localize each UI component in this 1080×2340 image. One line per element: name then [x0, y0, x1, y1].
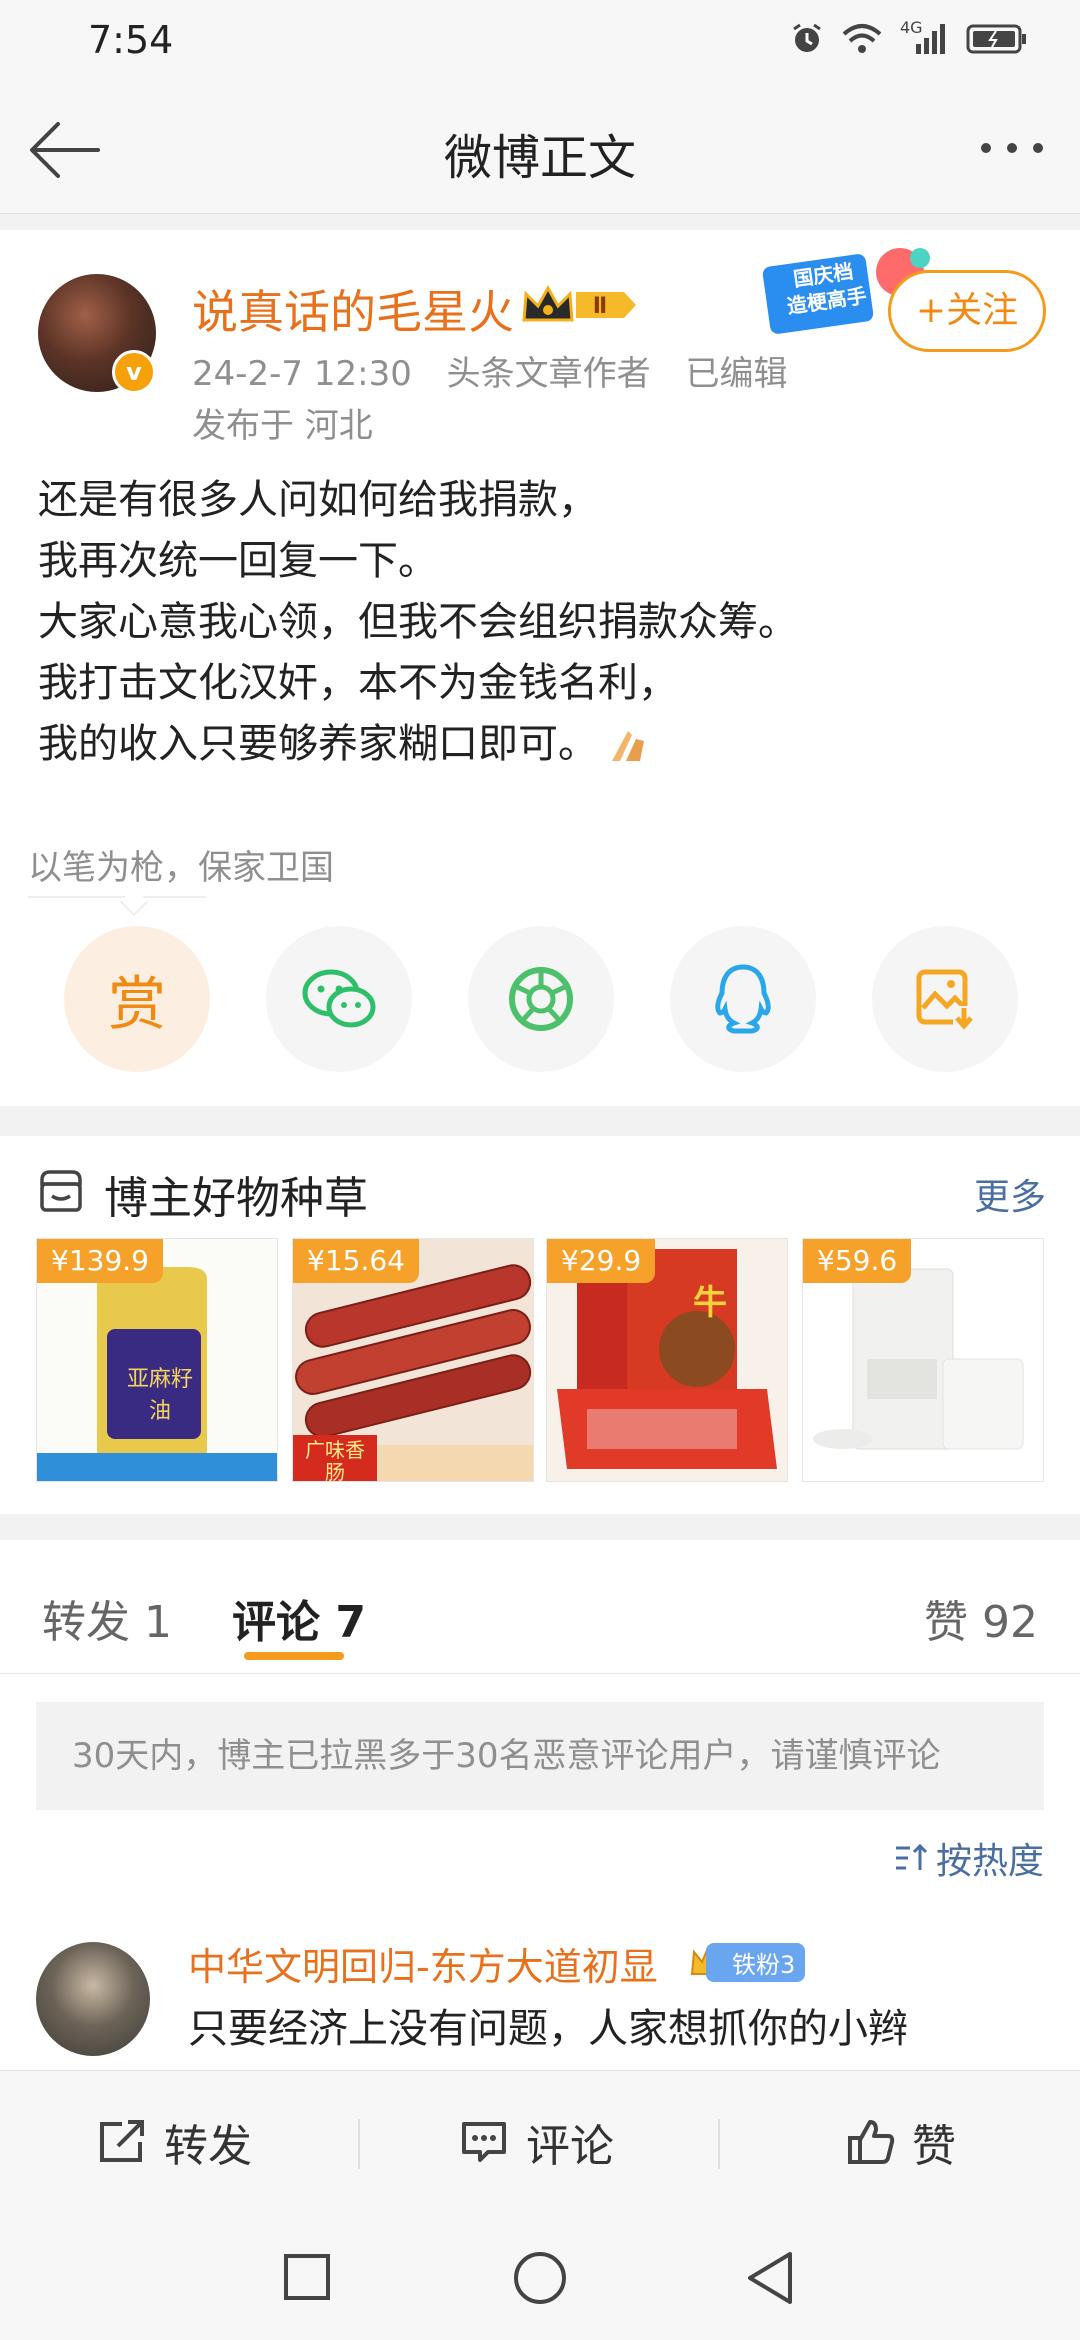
fan-badge-label: 铁粉3 [706, 1942, 806, 1982]
share-wechat-button[interactable] [266, 926, 412, 1072]
follow-button[interactable]: +关注 [888, 270, 1046, 352]
signal-icon: 4G [900, 18, 948, 56]
shop-icon [40, 1170, 82, 1212]
post-line: 我的收入只要够养家糊口即可。 [38, 714, 1038, 775]
verified-badge-icon: v [112, 350, 156, 394]
goods-item-caption: 亚麻籽油 [126, 1367, 193, 1424]
nav-bar: 微博正文 [0, 84, 1080, 214]
comment-text[interactable]: 只要经济上没有问题，人家想抓你的小辫 [188, 1996, 908, 2054]
fan-badge: 铁粉3 [688, 1940, 806, 1984]
bottom-action-bar: 转发 评论 赞 [0, 2070, 1080, 2212]
more-dots-icon[interactable] [976, 130, 1048, 166]
post-location: 发布于 河北 [192, 406, 373, 446]
folded-hands-icon [612, 730, 644, 761]
status-icons: 4G [790, 18, 1028, 56]
post-line: 我再次统一回复一下。 [38, 538, 438, 584]
thumbs-up-icon [848, 2120, 895, 2164]
goods-more-link[interactable]: 更多 [974, 1168, 1046, 1220]
page-title: 微博正文 [443, 130, 636, 186]
system-navigation-bar [0, 2212, 1080, 2340]
post-date: 24-2-7 12:30 [192, 354, 412, 394]
goods-section-title: 博主好物种草 [104, 1173, 368, 1224]
post-body: 还是有很多人问如何给我捐款， 我再次统一回复一下。 大家心意我心领，但我不会组织… [38, 470, 1038, 775]
active-tab-indicator [244, 1652, 344, 1660]
goods-price: ¥29.9 [547, 1239, 656, 1283]
reward-button[interactable]: 赏 [64, 926, 210, 1072]
save-image-icon [916, 969, 975, 1030]
comment-notice: 30天内，博主已拉黑多于30名恶意评论用户，请谨慎评论 [36, 1702, 1044, 1810]
goods-card: 博主好物种草 更多 亚麻籽油 ¥139.9 广味香肠 ¥15.64 牛 ¥29.… [0, 1136, 1080, 1514]
share-qq-button[interactable] [670, 926, 816, 1072]
tab-likes[interactable]: 赞 92 [924, 1586, 1038, 1650]
comment-button[interactable]: 评论 [458, 2071, 614, 2213]
sort-label: 按热度 [935, 1841, 1044, 1882]
level-badge-text: Ⅱ [593, 294, 608, 319]
topic-underline [28, 896, 206, 898]
edited-label: 已编辑 [685, 354, 788, 394]
status-time: 7:54 [88, 18, 174, 62]
interaction-tabs: 转发 1 评论 7 赞 92 [0, 1540, 1080, 1674]
post-line-text: 我的收入只要够养家糊口即可。 [38, 721, 598, 767]
goods-price: ¥15.64 [293, 1239, 419, 1283]
home-icon[interactable] [512, 2250, 568, 2306]
author-title: 头条文章作者 [446, 354, 651, 394]
wechat-icon [302, 969, 376, 1028]
author-name[interactable]: 说真话的毛星火 [192, 276, 514, 342]
qq-icon [715, 964, 771, 1034]
comments-section: 30天内，博主已拉黑多于30名恶意评论用户，请谨慎评论 按热度 中华文明回归-东… [0, 1674, 1080, 2070]
share-moments-button[interactable] [468, 926, 614, 1072]
goods-price: ¥59.6 [803, 1239, 912, 1283]
topic-tag[interactable]: 以笔为枪，保家卫国 [28, 840, 334, 889]
repost-label: 转发 [164, 2121, 252, 2172]
commenter-avatar[interactable] [36, 1942, 150, 2056]
alarm-icon [793, 23, 821, 52]
wifi-icon [842, 24, 882, 53]
action-divider [718, 2119, 720, 2169]
save-image-button[interactable] [872, 926, 1018, 1072]
post-card: v 说真话的毛星火 Ⅱ 国庆档 造梗高手 +关注 24-2-7 12:30 头条… [0, 230, 1080, 1106]
repost-icon [100, 2120, 144, 2162]
tab-comments[interactable]: 评论 7 [232, 1586, 366, 1650]
commenter-name[interactable]: 中华文明回归-东方大道初显 [188, 1936, 658, 1991]
comment-icon [462, 2122, 506, 2162]
goods-item-caption: 牛 [693, 1283, 727, 1323]
post-meta: 24-2-7 12:30 头条文章作者 已编辑 [192, 346, 811, 395]
goods-item[interactable]: 牛 ¥29.9 [546, 1238, 788, 1482]
like-button[interactable]: 赞 [846, 2071, 956, 2213]
recent-apps-icon[interactable] [282, 2252, 332, 2302]
reward-label: 赏 [107, 970, 166, 1038]
repost-button[interactable]: 转发 [96, 2071, 252, 2213]
post-line: 还是有很多人问如何给我捐款， [38, 477, 598, 523]
goods-item[interactable]: ¥59.6 [802, 1238, 1044, 1482]
goods-price: ¥139.9 [37, 1239, 163, 1283]
action-divider [358, 2119, 360, 2169]
tab-reposts[interactable]: 转发 1 [42, 1586, 172, 1650]
sort-icon [895, 1843, 928, 1870]
status-bar: 7:54 4G [0, 0, 1080, 84]
goods-item[interactable]: 广味香肠 ¥15.64 [292, 1238, 534, 1482]
post-line: 我打击文化汉奸，本不为金钱名利， [38, 660, 678, 706]
moments-icon [509, 967, 573, 1031]
topic-pointer [119, 887, 149, 917]
comment-label: 评论 [526, 2121, 614, 2172]
back-triangle-icon[interactable] [744, 2250, 794, 2306]
sort-by-heat-button[interactable]: 按热度 [894, 1832, 1044, 1884]
goods-item[interactable]: 亚麻籽油 ¥139.9 [36, 1238, 278, 1482]
like-label: 赞 [912, 2121, 956, 2172]
post-line: 大家心意我心领，但我不会组织捐款众筹。 [38, 599, 798, 645]
crown-level-badge-icon[interactable]: Ⅱ [520, 280, 640, 330]
goods-item-caption: 广味香肠 [305, 1438, 365, 1482]
battery-icon [966, 24, 1026, 54]
